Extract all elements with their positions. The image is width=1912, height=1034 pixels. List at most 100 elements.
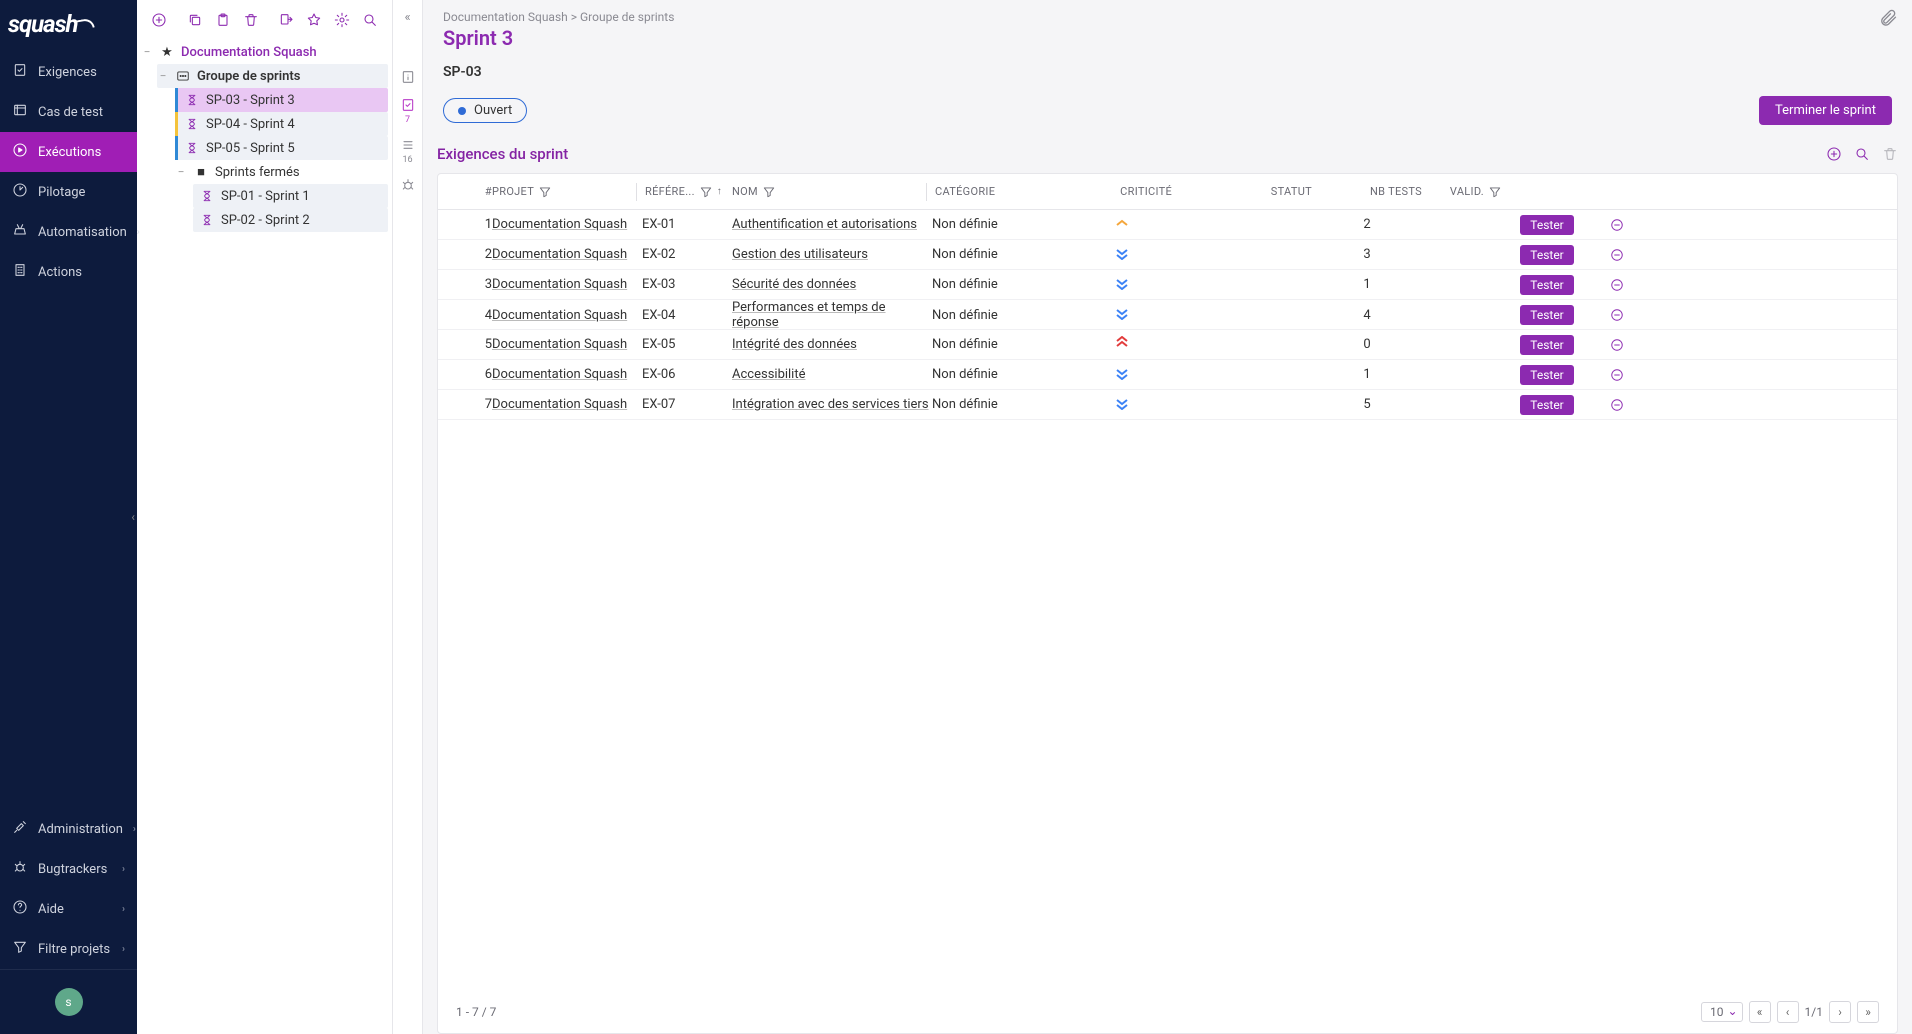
tree-sprint[interactable]: SP-03 - Sprint 3 — [175, 88, 388, 112]
breadcrumb-item[interactable]: Documentation Squash — [443, 10, 568, 24]
cell-name[interactable]: Gestion des utilisateurs — [732, 247, 868, 262]
cell-name[interactable]: Authentification et autorisations — [732, 217, 917, 232]
add-requirement-icon[interactable] — [1826, 146, 1842, 162]
tester-button[interactable]: Tester — [1520, 395, 1574, 415]
cell-name[interactable]: Performances et temps de réponse — [732, 300, 886, 330]
table-row[interactable]: 5Documentation SquashEX-05Intégrité des … — [438, 330, 1897, 360]
cell-project[interactable]: Documentation Squash — [492, 247, 627, 262]
logo[interactable]: squash — [0, 0, 137, 52]
add-icon[interactable] — [147, 8, 171, 32]
tester-button[interactable]: Tester — [1520, 215, 1574, 235]
gear-icon[interactable] — [330, 8, 354, 32]
tree-sprint[interactable]: SP-01 - Sprint 1 — [193, 184, 388, 208]
nav-item-help[interactable]: Aide› — [0, 889, 137, 929]
collapse-icon[interactable]: − — [141, 46, 153, 58]
cell-project[interactable]: Documentation Squash — [492, 277, 627, 292]
nav-item-gauge[interactable]: Pilotage — [0, 172, 137, 212]
col-cat[interactable]: CATÉGORIE — [932, 183, 1072, 201]
finish-sprint-button[interactable]: Terminer le sprint — [1759, 96, 1892, 125]
table-row[interactable]: 7Documentation SquashEX-07Intégration av… — [438, 390, 1897, 420]
copy-icon[interactable] — [183, 8, 207, 32]
requirements-tab[interactable]: 7 — [400, 97, 416, 125]
col-valid[interactable]: VALID. — [1422, 185, 1502, 199]
search-requirement-icon[interactable] — [1854, 146, 1870, 162]
remove-row-icon[interactable] — [1592, 338, 1642, 352]
avatar[interactable]: s — [55, 988, 83, 1016]
star-icon[interactable] — [302, 8, 326, 32]
filter-icon[interactable] — [699, 185, 713, 199]
tree-sprint[interactable]: SP-02 - Sprint 2 — [193, 208, 388, 232]
paste-icon[interactable] — [211, 8, 235, 32]
tree-group[interactable]: − Groupe de sprints — [157, 64, 388, 88]
tester-button[interactable]: Tester — [1520, 365, 1574, 385]
nav-collapse-icon[interactable]: ‹ — [131, 510, 135, 524]
nav-item-bug[interactable]: Bugtrackers› — [0, 849, 137, 889]
remove-row-icon[interactable] — [1592, 368, 1642, 382]
status-pill[interactable]: Ouvert — [443, 98, 527, 123]
col-ref[interactable]: RÉFÉRE...↑ — [642, 183, 732, 201]
tree-sprint[interactable]: SP-04 - Sprint 4 — [175, 112, 388, 136]
table-row[interactable]: 6Documentation SquashEX-06AccessibilitéN… — [438, 360, 1897, 390]
filter-icon[interactable] — [1488, 185, 1502, 199]
col-name[interactable]: NOM — [732, 185, 932, 199]
plan-tab[interactable]: 16 — [400, 137, 416, 165]
sort-asc-icon[interactable]: ↑ — [717, 186, 722, 197]
col-nbtests[interactable]: NB TESTS — [1312, 185, 1422, 198]
nav-item-robot[interactable]: Automatisation› — [0, 212, 137, 252]
nav-item-building[interactable]: Actions — [0, 252, 137, 292]
col-crit[interactable]: CRITICITÉ — [1072, 185, 1172, 198]
nav-item-testcase[interactable]: Cas de test — [0, 92, 137, 132]
attachment-icon[interactable] — [1878, 8, 1898, 32]
cell-project[interactable]: Documentation Squash — [492, 367, 627, 382]
cell-name[interactable]: Intégration avec des services tiers — [732, 397, 929, 412]
tree-root[interactable]: − ★ Documentation Squash — [141, 40, 388, 64]
tree-closed-folder[interactable]: − ■ Sprints fermés — [175, 160, 388, 184]
filter-icon[interactable] — [538, 185, 552, 199]
tree-sprint[interactable]: SP-05 - Sprint 5 — [175, 136, 388, 160]
col-project[interactable]: PROJET — [492, 185, 642, 199]
remove-row-icon[interactable] — [1592, 218, 1642, 232]
cell-name[interactable]: Accessibilité — [732, 367, 806, 382]
page-next-icon[interactable]: › — [1829, 1001, 1851, 1023]
table-row[interactable]: 3Documentation SquashEX-03Sécurité des d… — [438, 270, 1897, 300]
table-row[interactable]: 4Documentation SquashEX-04Performances e… — [438, 300, 1897, 330]
collapse-icon[interactable]: − — [175, 166, 187, 178]
issues-tab[interactable] — [400, 177, 416, 193]
export-icon[interactable] — [274, 8, 298, 32]
search-icon[interactable] — [358, 8, 382, 32]
nav-item-play[interactable]: Exécutions — [0, 132, 137, 172]
tester-button[interactable]: Tester — [1520, 245, 1574, 265]
remove-row-icon[interactable] — [1592, 308, 1642, 322]
breadcrumb-item[interactable]: Groupe de sprints — [580, 10, 674, 24]
cell-name[interactable]: Sécurité des données — [732, 277, 856, 292]
panel-collapse-icon[interactable]: « — [404, 10, 410, 25]
table-row[interactable]: 1Documentation SquashEX-01Authentificati… — [438, 210, 1897, 240]
cell-project[interactable]: Documentation Squash — [492, 337, 627, 352]
nav-item-requirements[interactable]: Exigences — [0, 52, 137, 92]
remove-row-icon[interactable] — [1592, 278, 1642, 292]
filter-icon[interactable] — [762, 185, 776, 199]
delete-requirement-icon[interactable] — [1882, 146, 1898, 162]
cell-cat: Non définie — [932, 308, 1072, 323]
nav-item-wrench[interactable]: Administration› — [0, 809, 137, 849]
cell-name[interactable]: Intégrité des données — [732, 337, 857, 352]
col-num[interactable]: # — [448, 185, 492, 198]
remove-row-icon[interactable] — [1592, 248, 1642, 262]
tester-button[interactable]: Tester — [1520, 305, 1574, 325]
delete-icon[interactable] — [239, 8, 263, 32]
col-stat[interactable]: STATUT — [1172, 185, 1312, 198]
tester-button[interactable]: Tester — [1520, 335, 1574, 355]
nav-item-filter[interactable]: Filtre projets› — [0, 929, 137, 969]
cell-project[interactable]: Documentation Squash — [492, 217, 627, 232]
collapse-icon[interactable]: − — [157, 70, 169, 82]
page-prev-icon[interactable]: ‹ — [1777, 1001, 1799, 1023]
cell-project[interactable]: Documentation Squash — [492, 308, 627, 323]
cell-project[interactable]: Documentation Squash — [492, 397, 627, 412]
page-last-icon[interactable]: » — [1857, 1001, 1879, 1023]
info-tab[interactable] — [400, 69, 416, 85]
remove-row-icon[interactable] — [1592, 398, 1642, 412]
page-size-select[interactable]: 10 — [1701, 1002, 1743, 1022]
tester-button[interactable]: Tester — [1520, 275, 1574, 295]
table-row[interactable]: 2Documentation SquashEX-02Gestion des ut… — [438, 240, 1897, 270]
page-first-icon[interactable]: « — [1749, 1001, 1771, 1023]
